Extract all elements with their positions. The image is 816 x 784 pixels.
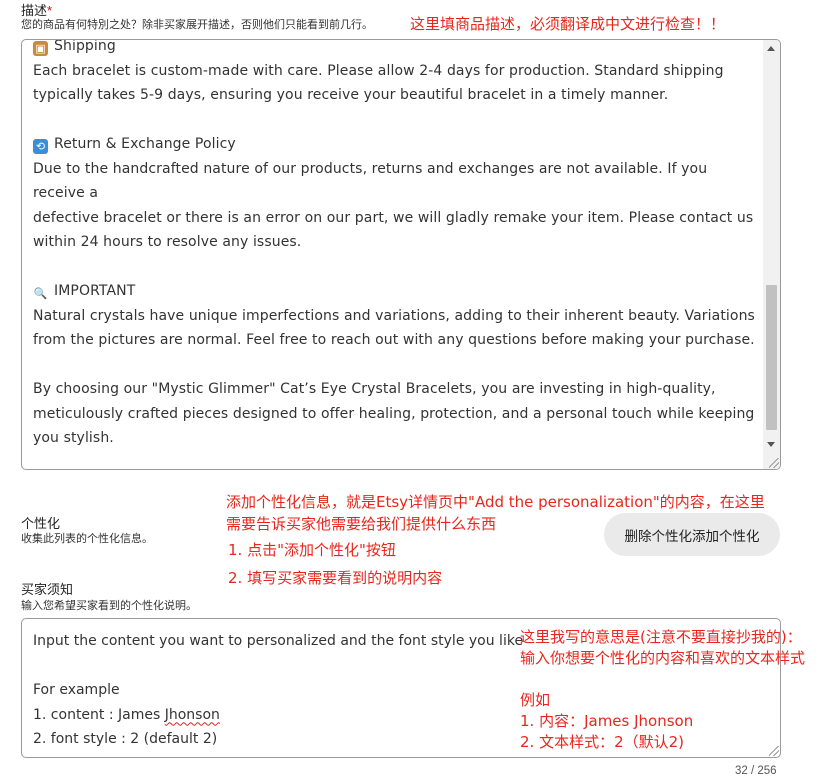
description-line [33, 108, 755, 133]
buyer-notes-line-prefix: 1. content : James [33, 706, 165, 723]
description-line-text: typically takes 5-9 days, ensuring you r… [33, 87, 669, 103]
resize-handle-icon[interactable] [769, 458, 779, 468]
description-line-text: you stylish. [33, 430, 114, 446]
description-line-text: defective bracelet or there is an error … [33, 209, 754, 226]
buyer-notes-label: 买家须知 [21, 582, 74, 597]
spellcheck-misspelled-word[interactable]: Jhonson [165, 707, 220, 723]
remove-personalization-button[interactable]: 删除个性化添加个性化 [604, 513, 780, 556]
description-line-text: meticulously crafted pieces designed to … [33, 405, 755, 422]
package-icon: ▣ [33, 41, 48, 56]
description-line-text: from the pictures are normal. Feel free … [33, 332, 755, 348]
description-line: By choosing our "Mystic Glimmer" Cat’s E… [33, 377, 755, 402]
description-line: meticulously crafted pieces designed to … [33, 402, 755, 427]
annotation-line: 2. 文本样式：2（默认2) [520, 733, 685, 751]
personalization-step1: 1. 点击"添加个性化"按钮 [228, 541, 396, 559]
personalization-step2: 2. 填写买家需要看到的说明内容 [228, 569, 443, 587]
description-line: Natural crystals have unique imperfectio… [33, 304, 755, 329]
description-line-text: Each bracelet is custom-made with care. … [33, 62, 724, 79]
description-line: ▣ Shipping [33, 39, 755, 59]
description-annotation: 这里填商品描述，必须翻译成中文进行检查！！ [410, 15, 726, 33]
buyer-notes-helper: 输入您希望买家看到的个性化说明。 [21, 600, 197, 612]
description-line-text: Return & Exchange Policy [54, 136, 236, 152]
description-scrollbar[interactable] [763, 40, 780, 469]
annotation-line: 这里我写的意思是(注意不要直接抄我的)： [520, 628, 802, 646]
personalization-helper: 收集此列表的个性化信息。 [21, 533, 153, 545]
scrollbar-thumb[interactable] [766, 285, 777, 430]
description-line [33, 255, 755, 280]
arrows-icon: ⟲ [33, 139, 48, 154]
description-line: ⟲ Return & Exchange Policy [33, 132, 755, 157]
magnifier-icon: 🔍 [33, 287, 48, 300]
description-line: you stylish. [33, 426, 755, 451]
description-line: defective bracelet or there is an error … [33, 206, 755, 231]
description-line-text: By choosing our "Mystic Glimmer" Cat’s E… [33, 381, 716, 397]
scroll-down-arrow-icon[interactable] [767, 442, 775, 447]
annotation-line: 输入你想要个性化的内容和喜欢的文本样式 [520, 649, 806, 667]
description-line [33, 353, 755, 378]
description-line-text: Natural crystals have unique imperfectio… [33, 307, 755, 324]
description-line [33, 451, 755, 470]
description-line-text: IMPORTANT [54, 283, 136, 299]
buyer-notes-annotation: 这里我写的意思是(注意不要直接抄我的)： 输入你想要个性化的内容和喜欢的文本样式… [520, 627, 805, 753]
description-line: from the pictures are normal. Feel free … [33, 328, 755, 353]
annotation-spacer [520, 669, 805, 690]
description-line-text: within 24 hours to resolve any issues. [33, 234, 302, 250]
description-line-text: Due to the handcrafted nature of our pro… [33, 160, 708, 202]
annotation-line: 1. 内容：James Jhonson [520, 712, 694, 730]
scroll-up-arrow-icon[interactable] [767, 46, 775, 51]
description-line: Each bracelet is custom-made with care. … [33, 59, 755, 84]
description-line: 🔍 IMPORTANT [33, 279, 755, 304]
description-line: typically takes 5-9 days, ensuring you r… [33, 83, 755, 108]
personalization-annotation-line1: 添加个性化信息，就是Etsy详情页中"Add the personalizati… [226, 493, 765, 511]
description-line: within 24 hours to resolve any issues. [33, 230, 755, 255]
description-line-text: Shipping [54, 39, 116, 54]
character-counter: 32 / 256 [735, 765, 777, 777]
description-line: Due to the handcrafted nature of our pro… [33, 157, 755, 206]
annotation-line: 例如 [520, 691, 551, 709]
description-textarea[interactable]: ▣ Shipping Each bracelet is custom-made wi… [21, 39, 781, 470]
personalization-annotation-line2: 需要告诉买家他需要给我们提供什么东西 [226, 515, 497, 533]
description-helper: 您的商品有何特別之处？除非买家展开描述，否则他们只能看到前几行。 [21, 19, 373, 31]
description-content: ▣ Shipping Each bracelet is custom-made wi… [33, 39, 755, 470]
